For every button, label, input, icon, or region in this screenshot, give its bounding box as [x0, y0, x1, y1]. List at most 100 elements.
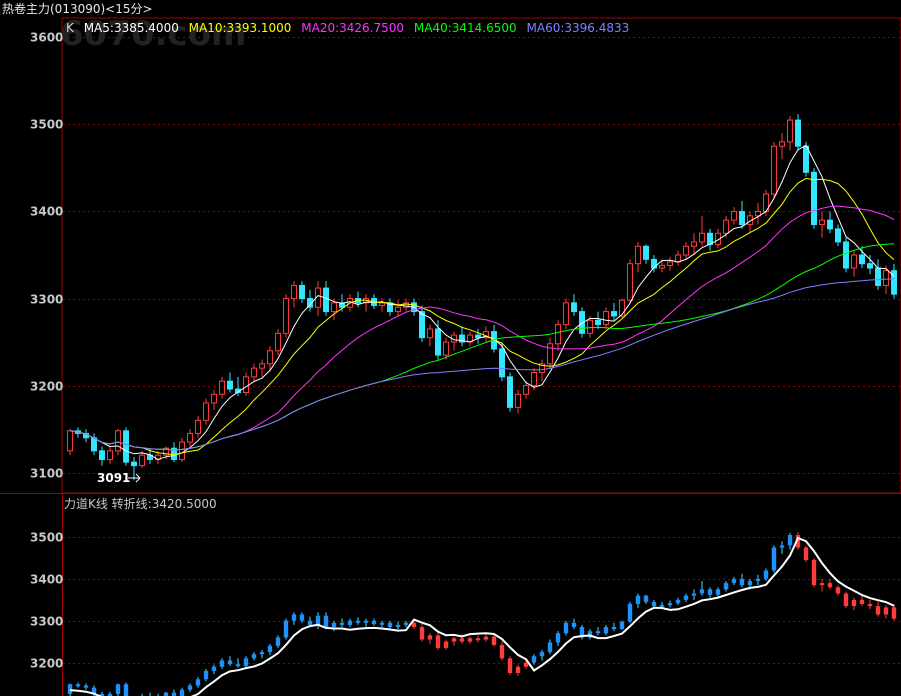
strength-bar	[891, 607, 897, 619]
strength-bar	[339, 622, 345, 625]
strength-bar	[275, 637, 281, 646]
strength-bar	[651, 601, 657, 607]
candle-body	[627, 263, 633, 301]
candle-body	[523, 385, 529, 395]
candle-body	[563, 302, 569, 326]
strength-bar	[163, 692, 169, 696]
legend-ma10: MA10:3393.1000	[189, 21, 292, 35]
strength-bar	[627, 604, 633, 622]
legend-ma60: MA60:3396.4833	[527, 21, 630, 35]
candle-body	[195, 419, 201, 434]
strength-bar	[123, 684, 129, 696]
strength-bar	[211, 666, 217, 671]
strength-bar	[699, 589, 705, 594]
strength-bar	[683, 595, 689, 600]
candle-body	[875, 267, 881, 286]
candle-body	[259, 363, 265, 369]
strength-bar	[443, 641, 449, 648]
candle-body	[267, 350, 273, 365]
strength-bar	[619, 621, 625, 630]
main-grid	[63, 37, 901, 474]
strength-bar	[547, 642, 553, 653]
candle-body	[731, 210, 737, 221]
strength-bar	[347, 620, 353, 625]
candle-body	[587, 319, 593, 334]
candle-body	[99, 450, 105, 461]
ma20-line	[69, 205, 895, 451]
strength-bar	[435, 635, 441, 648]
strength-bar	[299, 614, 305, 621]
strength-bar	[491, 636, 497, 645]
y-tick-label: 3200	[30, 380, 63, 394]
strength-bar	[499, 644, 505, 659]
candle-body	[787, 119, 793, 143]
turn-line	[69, 536, 895, 696]
candle-body	[819, 219, 825, 226]
strength-bar	[539, 652, 545, 657]
y-tick-label: 3400	[30, 205, 63, 219]
strength-bar	[331, 622, 337, 627]
strength-bar	[819, 583, 825, 586]
candle-body	[659, 264, 665, 269]
main-panel-frame	[61, 17, 901, 494]
strength-bar	[379, 622, 385, 625]
legend-ma40: MA40:3414.6500	[414, 21, 517, 35]
strength-bar	[355, 620, 361, 623]
strength-bar	[843, 593, 849, 607]
strength-bar	[787, 535, 793, 546]
candle-body	[427, 328, 433, 339]
y-tick-label: 3400	[30, 573, 63, 587]
candle-body	[499, 348, 505, 378]
candle-body	[723, 219, 729, 234]
sub-y-axis: 3200 3300 3400 3500	[30, 531, 63, 671]
strength-bar	[867, 604, 873, 607]
candle-body	[867, 263, 873, 269]
candle-body	[187, 432, 193, 443]
strength-bar	[395, 624, 401, 627]
strength-bar	[171, 692, 177, 696]
candle-body	[827, 219, 833, 230]
strength-bar	[555, 633, 561, 643]
strength-bar	[267, 645, 273, 653]
strength-bar	[675, 599, 681, 604]
y-tick-label: 3200	[30, 657, 63, 671]
strength-bar	[459, 638, 465, 642]
candle-body	[691, 241, 697, 247]
candle-body	[131, 461, 137, 467]
candle-body	[443, 341, 449, 356]
strength-bar	[811, 560, 817, 586]
strength-bar	[363, 620, 369, 623]
strength-bar	[723, 583, 729, 590]
strength-bar	[803, 547, 809, 561]
candle-body	[251, 367, 257, 378]
candle-body	[211, 393, 217, 404]
candle-body	[507, 376, 513, 408]
candle-body	[803, 145, 809, 173]
candle-body	[779, 141, 785, 147]
candle-body	[379, 302, 385, 306]
strength-bar	[667, 603, 673, 606]
strength-bar	[771, 547, 777, 571]
candle-body	[323, 287, 329, 313]
candle-body	[603, 311, 609, 326]
candle-body	[859, 254, 865, 265]
main-legend: K MA5:3385.4000 MA10:3393.1000 MA20:3426…	[66, 21, 629, 35]
strength-bar	[115, 684, 121, 694]
turn-line-series	[69, 536, 895, 696]
ma5-line	[69, 144, 895, 461]
strength-bar	[851, 599, 857, 607]
candle-body	[555, 324, 561, 345]
strength-bar	[875, 606, 881, 615]
strength-bar	[747, 581, 753, 586]
strength-bar	[411, 622, 417, 627]
strength-bar	[75, 684, 81, 687]
candle-body	[547, 343, 553, 365]
candle-body	[795, 119, 801, 147]
strength-bar	[715, 589, 721, 595]
y-tick-label: 3500	[30, 118, 63, 132]
strength-bar	[827, 583, 833, 588]
strength-bar	[219, 660, 225, 667]
strength-bar	[603, 627, 609, 634]
candle-body	[643, 245, 649, 260]
strength-bar	[883, 607, 889, 615]
